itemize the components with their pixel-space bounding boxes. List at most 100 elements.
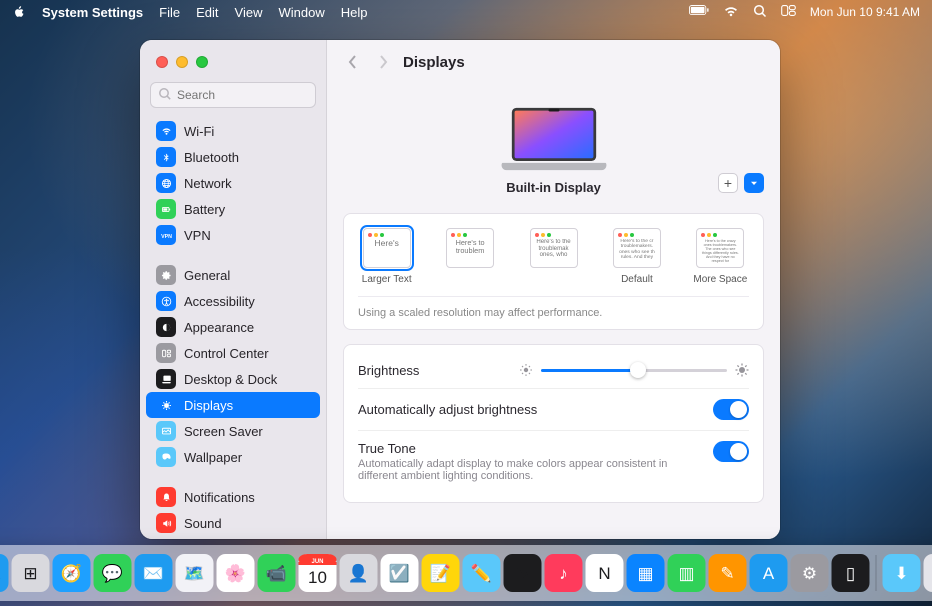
sidebar-item-control-center[interactable]: Control Center [146, 340, 320, 366]
dock-mail[interactable]: ✉️ [135, 554, 173, 592]
svg-text:✎: ✎ [720, 564, 734, 583]
resolution-card: Here'sLarger Text Here's to troublem Here'… [343, 213, 764, 330]
nav-back-button[interactable] [343, 46, 363, 78]
sidebar-item-network[interactable]: Network [146, 170, 320, 196]
sound-icon [156, 513, 176, 533]
svg-text:🗺️: 🗺️ [184, 564, 205, 583]
window-minimize-button[interactable] [176, 56, 188, 68]
dock-downloads[interactable]: ⬇︎ [883, 554, 921, 592]
dock-reminders[interactable]: ☑️ [381, 554, 419, 592]
sidebar-item-focus[interactable]: Focus [146, 536, 320, 539]
sidebar-item-label: Displays [184, 398, 233, 413]
truetone-description: Automatically adapt display to make colo… [358, 458, 678, 482]
sidebar-item-desktop-dock[interactable]: Desktop & Dock [146, 366, 320, 392]
window-controls [156, 56, 208, 68]
menu-edit[interactable]: Edit [196, 5, 218, 20]
resolution-footer-note: Using a scaled resolution may affect per… [358, 296, 749, 319]
sidebar-item-wi-fi[interactable]: Wi-Fi [146, 118, 320, 144]
nav-forward-button[interactable] [373, 46, 393, 78]
sidebar-item-label: Desktop & Dock [184, 372, 277, 387]
dock-numbers[interactable]: ▥ [668, 554, 706, 592]
menu-window[interactable]: Window [278, 5, 324, 20]
app-name-menu[interactable]: System Settings [42, 5, 143, 20]
accessibility-icon [156, 291, 176, 311]
search-icon [158, 87, 172, 101]
dock-appstore[interactable]: A [750, 554, 788, 592]
wifi-status-icon[interactable] [723, 5, 739, 20]
brightness-card: Brightness Automatically adjust brightne… [343, 344, 764, 503]
svg-text:📝: 📝 [430, 563, 451, 583]
sidebar-item-battery[interactable]: Battery [146, 196, 320, 222]
sidebar-item-notifications[interactable]: Notifications [146, 484, 320, 510]
svg-text:▯: ▯ [846, 564, 855, 583]
sidebar-item-vpn[interactable]: VPNVPN [146, 222, 320, 248]
resolution-caption: More Space [693, 274, 747, 286]
spotlight-icon[interactable] [753, 4, 767, 21]
window-close-button[interactable] [156, 56, 168, 68]
resolution-option-4[interactable]: Here's to the crazy ones troublemakers. … [692, 228, 749, 286]
resolution-option-3[interactable]: Here's to the cr troublemakers. ones who… [608, 228, 665, 286]
sidebar-item-general[interactable]: General [146, 262, 320, 288]
resolution-option-2[interactable]: Here's to the troublemak ones, who [525, 228, 582, 274]
svg-text:tv: tv [516, 564, 530, 583]
apple-menu[interactable] [12, 5, 26, 19]
dock-facetime[interactable]: 📹 [258, 554, 296, 592]
dock-calendar[interactable]: JUN10 [299, 554, 337, 592]
window-zoom-button[interactable] [196, 56, 208, 68]
sidebar-item-label: Accessibility [184, 294, 255, 309]
dock-launchpad[interactable]: ⊞ [12, 554, 50, 592]
bell-icon [156, 487, 176, 507]
menu-file[interactable]: File [159, 5, 180, 20]
dock-tv[interactable]: tv [504, 554, 542, 592]
brightness-slider[interactable] [519, 363, 749, 377]
resolution-option-1[interactable]: Here's to troublem [441, 228, 498, 274]
dock-pages[interactable]: ✎ [709, 554, 747, 592]
appearance-icon [156, 317, 176, 337]
auto-brightness-label: Automatically adjust brightness [358, 402, 537, 417]
dock-contacts[interactable]: 👤 [340, 554, 378, 592]
page-title: Displays [403, 54, 465, 71]
sidebar-item-displays[interactable]: Displays [146, 392, 320, 418]
dock-messages[interactable]: 💬 [94, 554, 132, 592]
sidebar-item-accessibility[interactable]: Accessibility [146, 288, 320, 314]
battery-status-icon[interactable] [689, 5, 709, 19]
sidebar-item-sound[interactable]: Sound [146, 510, 320, 536]
sidebar-item-appearance[interactable]: Appearance [146, 314, 320, 340]
truetone-toggle[interactable] [713, 441, 749, 462]
svg-text:A: A [763, 564, 775, 583]
display-options-dropdown[interactable] [744, 173, 764, 193]
dock-maps[interactable]: 🗺️ [176, 554, 214, 592]
menu-help[interactable]: Help [341, 5, 368, 20]
search-input[interactable] [150, 82, 316, 108]
dock-separator [876, 555, 877, 591]
sidebar-item-bluetooth[interactable]: Bluetooth [146, 144, 320, 170]
svg-text:💬: 💬 [102, 563, 123, 583]
dock-finder[interactable] [0, 554, 9, 592]
globe-icon [156, 173, 176, 193]
dock-news[interactable]: N [586, 554, 624, 592]
sidebar-item-label: Network [184, 176, 232, 191]
dock-notes[interactable]: 📝 [422, 554, 460, 592]
dock-settings[interactable]: ⚙︎ [791, 554, 829, 592]
display-thumbnail-icon [499, 104, 609, 174]
menu-clock[interactable]: Mon Jun 10 9:41 AM [810, 5, 920, 19]
menu-view[interactable]: View [235, 5, 263, 20]
dock-music[interactable]: ♪ [545, 554, 583, 592]
add-display-button[interactable]: + [718, 173, 738, 193]
resolution-option-0[interactable]: Here'sLarger Text [358, 228, 415, 286]
dock-photos[interactable]: 🌸 [217, 554, 255, 592]
dock-freeform[interactable]: ✏️ [463, 554, 501, 592]
dock-trash[interactable]: 🗑️ [924, 554, 932, 592]
dock-iphone-mirroring[interactable]: ▯ [832, 554, 870, 592]
truetone-label: True Tone [358, 441, 713, 456]
auto-brightness-toggle[interactable] [713, 399, 749, 420]
gear-icon [156, 265, 176, 285]
svg-text:🌸: 🌸 [225, 563, 246, 583]
control-center-icon[interactable] [781, 5, 796, 19]
svg-text:♪: ♪ [559, 564, 568, 583]
dock-keynote[interactable]: ▦ [627, 554, 665, 592]
sidebar-item-screen-saver[interactable]: Screen Saver [146, 418, 320, 444]
dock-safari[interactable]: 🧭 [53, 554, 91, 592]
svg-text:✏️: ✏️ [471, 563, 492, 583]
sidebar-item-wallpaper[interactable]: Wallpaper [146, 444, 320, 470]
